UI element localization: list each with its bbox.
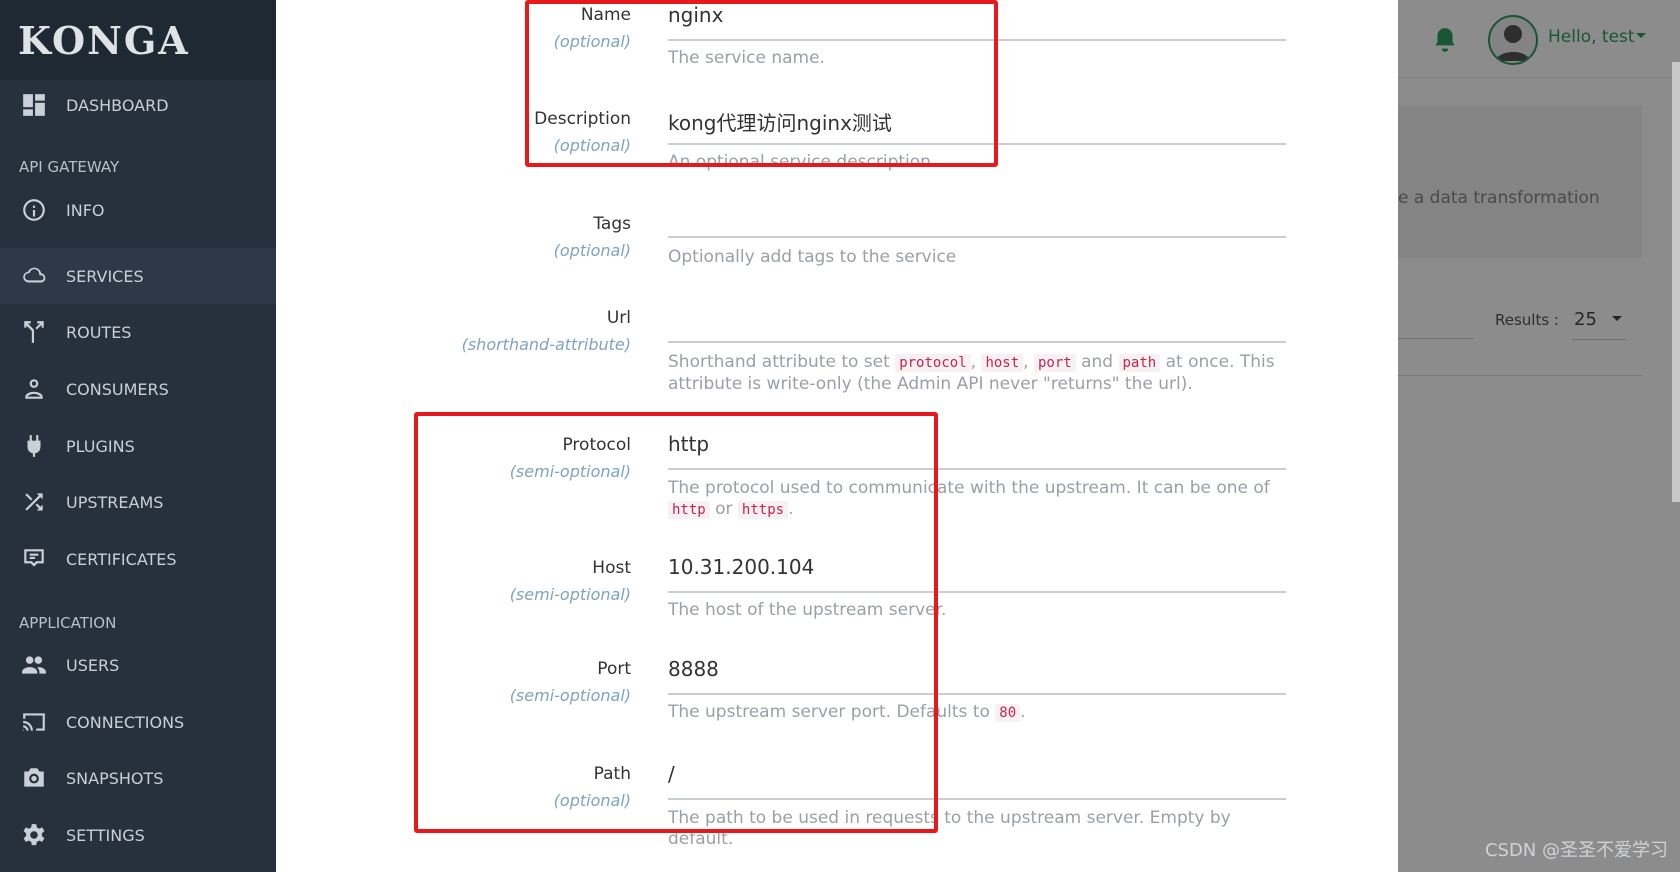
info-icon <box>20 196 48 224</box>
sidebar-item-users[interactable]: USERS <box>0 637 276 693</box>
tags-label: Tags <box>593 214 631 234</box>
sidebar-item-label: CERTIFICATES <box>66 549 177 569</box>
url-label-group: Url (shorthand-attribute) <box>276 308 631 358</box>
code-protocol: protocol <box>895 354 971 372</box>
users-icon <box>20 651 48 679</box>
edit-service-modal: Name (optional) nginx The service name. … <box>276 0 1398 872</box>
sidebar-item-label: USERS <box>66 655 120 675</box>
sidebar-item-snapshots[interactable]: SNAPSHOTS <box>0 750 276 806</box>
code-path: path <box>1118 354 1161 372</box>
logo[interactable]: KONGA <box>0 0 276 80</box>
sidebar-item-upstreams[interactable]: UPSTREAMS <box>0 474 276 530</box>
sidebar-item-routes[interactable]: ROUTES <box>0 304 276 360</box>
sidebar-item-info[interactable]: INFO <box>0 182 276 238</box>
sidebar-item-label: CONNECTIONS <box>66 712 185 732</box>
sidebar-item-label: PLUGINS <box>66 436 135 456</box>
user-icon <box>20 375 48 403</box>
sidebar-item-label: UPSTREAMS <box>66 492 164 512</box>
url-label: Url <box>606 308 631 328</box>
sidebar-item-label: DASHBOARD <box>66 95 169 115</box>
url-sublabel: (shorthand-attribute) <box>461 335 631 354</box>
sidebar-item-label: SETTINGS <box>66 825 145 845</box>
cast-icon <box>20 708 48 736</box>
sidebar-item-label: ROUTES <box>66 322 132 342</box>
tags-input[interactable] <box>668 200 1286 238</box>
sidebar-item-label: INFO <box>66 200 105 220</box>
dashboard-icon <box>20 91 48 119</box>
watermark: CSDN @圣圣不爱学习 <box>1484 840 1668 861</box>
sidebar-item-services[interactable]: SERVICES <box>0 248 276 304</box>
shuffle-icon <box>20 488 48 516</box>
routes-icon <box>20 318 48 346</box>
tags-label-group: Tags (optional) <box>276 214 631 264</box>
sidebar-item-connections[interactable]: CONNECTIONS <box>0 694 276 750</box>
code-port: port <box>1033 354 1076 372</box>
section-api-gateway: API GATEWAY <box>19 158 120 176</box>
sidebar-item-label: SERVICES <box>66 266 144 286</box>
camera-icon <box>20 764 48 792</box>
cloud-icon <box>20 262 48 290</box>
scrollbar[interactable] <box>1672 62 1680 502</box>
url-help: Shorthand attribute to set protocol, hos… <box>668 352 1275 394</box>
code-host: host <box>981 354 1024 372</box>
tags-sublabel: (optional) <box>553 241 631 260</box>
certificate-icon <box>20 545 48 573</box>
sidebar-item-certificates[interactable]: CERTIFICATES <box>0 531 276 587</box>
sidebar-item-plugins[interactable]: PLUGINS <box>0 418 276 474</box>
section-application: APPLICATION <box>19 614 117 632</box>
code-80: 80 <box>995 704 1021 722</box>
logo-text: KONGA <box>18 17 190 63</box>
sidebar-item-label: SNAPSHOTS <box>66 768 164 788</box>
sidebar-item-settings[interactable]: SETTINGS <box>0 807 276 863</box>
sidebar: KONGA DASHBOARD API GATEWAY INFO SERVICE… <box>0 0 276 872</box>
gear-icon <box>20 821 48 849</box>
plug-icon <box>20 432 48 460</box>
url-input[interactable] <box>668 305 1286 343</box>
sidebar-item-consumers[interactable]: CONSUMERS <box>0 361 276 417</box>
highlight-box-connection-fields <box>414 412 938 833</box>
sidebar-item-dashboard[interactable]: DASHBOARD <box>0 77 276 133</box>
sidebar-item-label: CONSUMERS <box>66 379 169 399</box>
tags-help: Optionally add tags to the service <box>668 247 957 267</box>
highlight-box-name-description <box>525 0 998 167</box>
